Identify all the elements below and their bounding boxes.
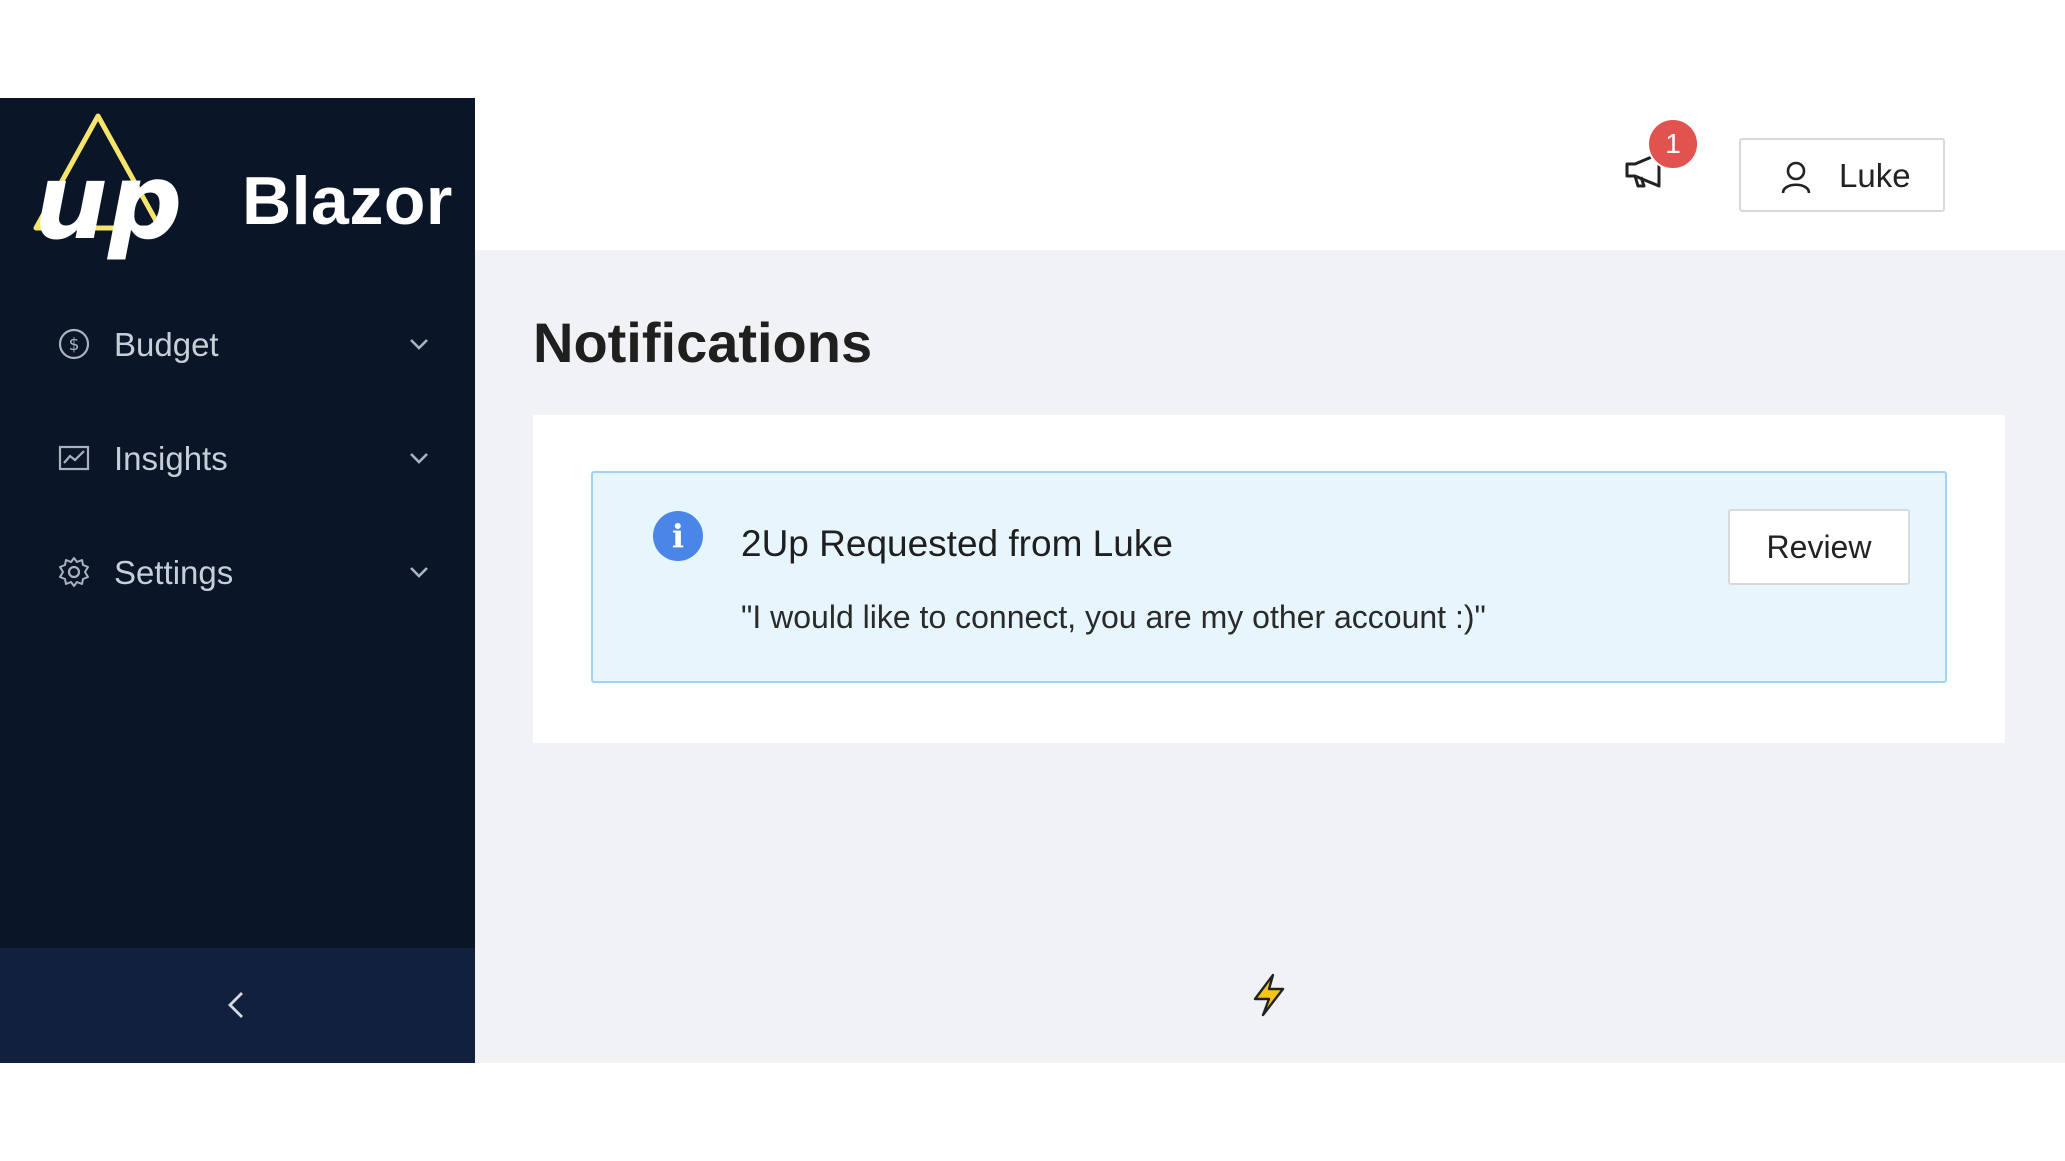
user-icon	[1781, 161, 1811, 194]
sidebar-collapse-button[interactable]	[0, 948, 475, 1063]
sidebar-item-insights[interactable]: Insights	[0, 402, 475, 516]
chevron-down-icon	[410, 453, 428, 464]
top-bar: 1 Luke	[475, 98, 2065, 250]
lightning-icon	[1253, 973, 1285, 1017]
chevron-down-icon	[410, 339, 428, 350]
sidebar-item-label: Budget	[114, 326, 219, 363]
user-menu-button[interactable]: Luke	[1739, 138, 1945, 212]
user-name: Luke	[1839, 157, 1911, 194]
info-icon: i	[653, 511, 703, 561]
sidebar-item-label: Insights	[114, 440, 228, 477]
review-button[interactable]: Review	[1728, 509, 1910, 585]
chevron-left-icon	[228, 992, 243, 1018]
notification-alert: i 2Up Requested from Luke "I would like …	[591, 471, 1947, 683]
brand[interactable]: up Blazor	[32, 110, 462, 280]
sidebar-item-label: Settings	[114, 554, 234, 591]
notification-message: "I would like to connect, you are my oth…	[741, 599, 1486, 635]
sidebar-item-settings[interactable]: Settings	[0, 516, 475, 630]
sidebar: up Blazor $ Budget Insights Settings	[0, 98, 475, 1063]
main-content: 1 Luke Notifications i 2Up Requested fro…	[475, 98, 2065, 1063]
notifications-card: i 2Up Requested from Luke "I would like …	[533, 415, 2005, 743]
notification-title: 2Up Requested from Luke	[741, 523, 1173, 564]
brand-logo-text: up	[34, 141, 182, 263]
brand-logo: up	[33, 113, 182, 263]
line-chart-icon	[58, 445, 90, 471]
gear-icon	[59, 557, 89, 587]
dollar-circle-icon: $	[58, 328, 90, 360]
svg-text:$: $	[69, 335, 80, 355]
chevron-down-icon	[410, 567, 428, 578]
sidebar-nav: $ Budget Insights Settings	[0, 288, 475, 630]
notification-count-badge: 1	[1647, 118, 1699, 170]
brand-name: Blazor	[242, 163, 453, 239]
sidebar-item-budget[interactable]: $ Budget	[0, 288, 475, 402]
app-shell: up Blazor $ Budget Insights Settings 1 L…	[0, 98, 2065, 1063]
page-title: Notifications	[533, 311, 873, 374]
